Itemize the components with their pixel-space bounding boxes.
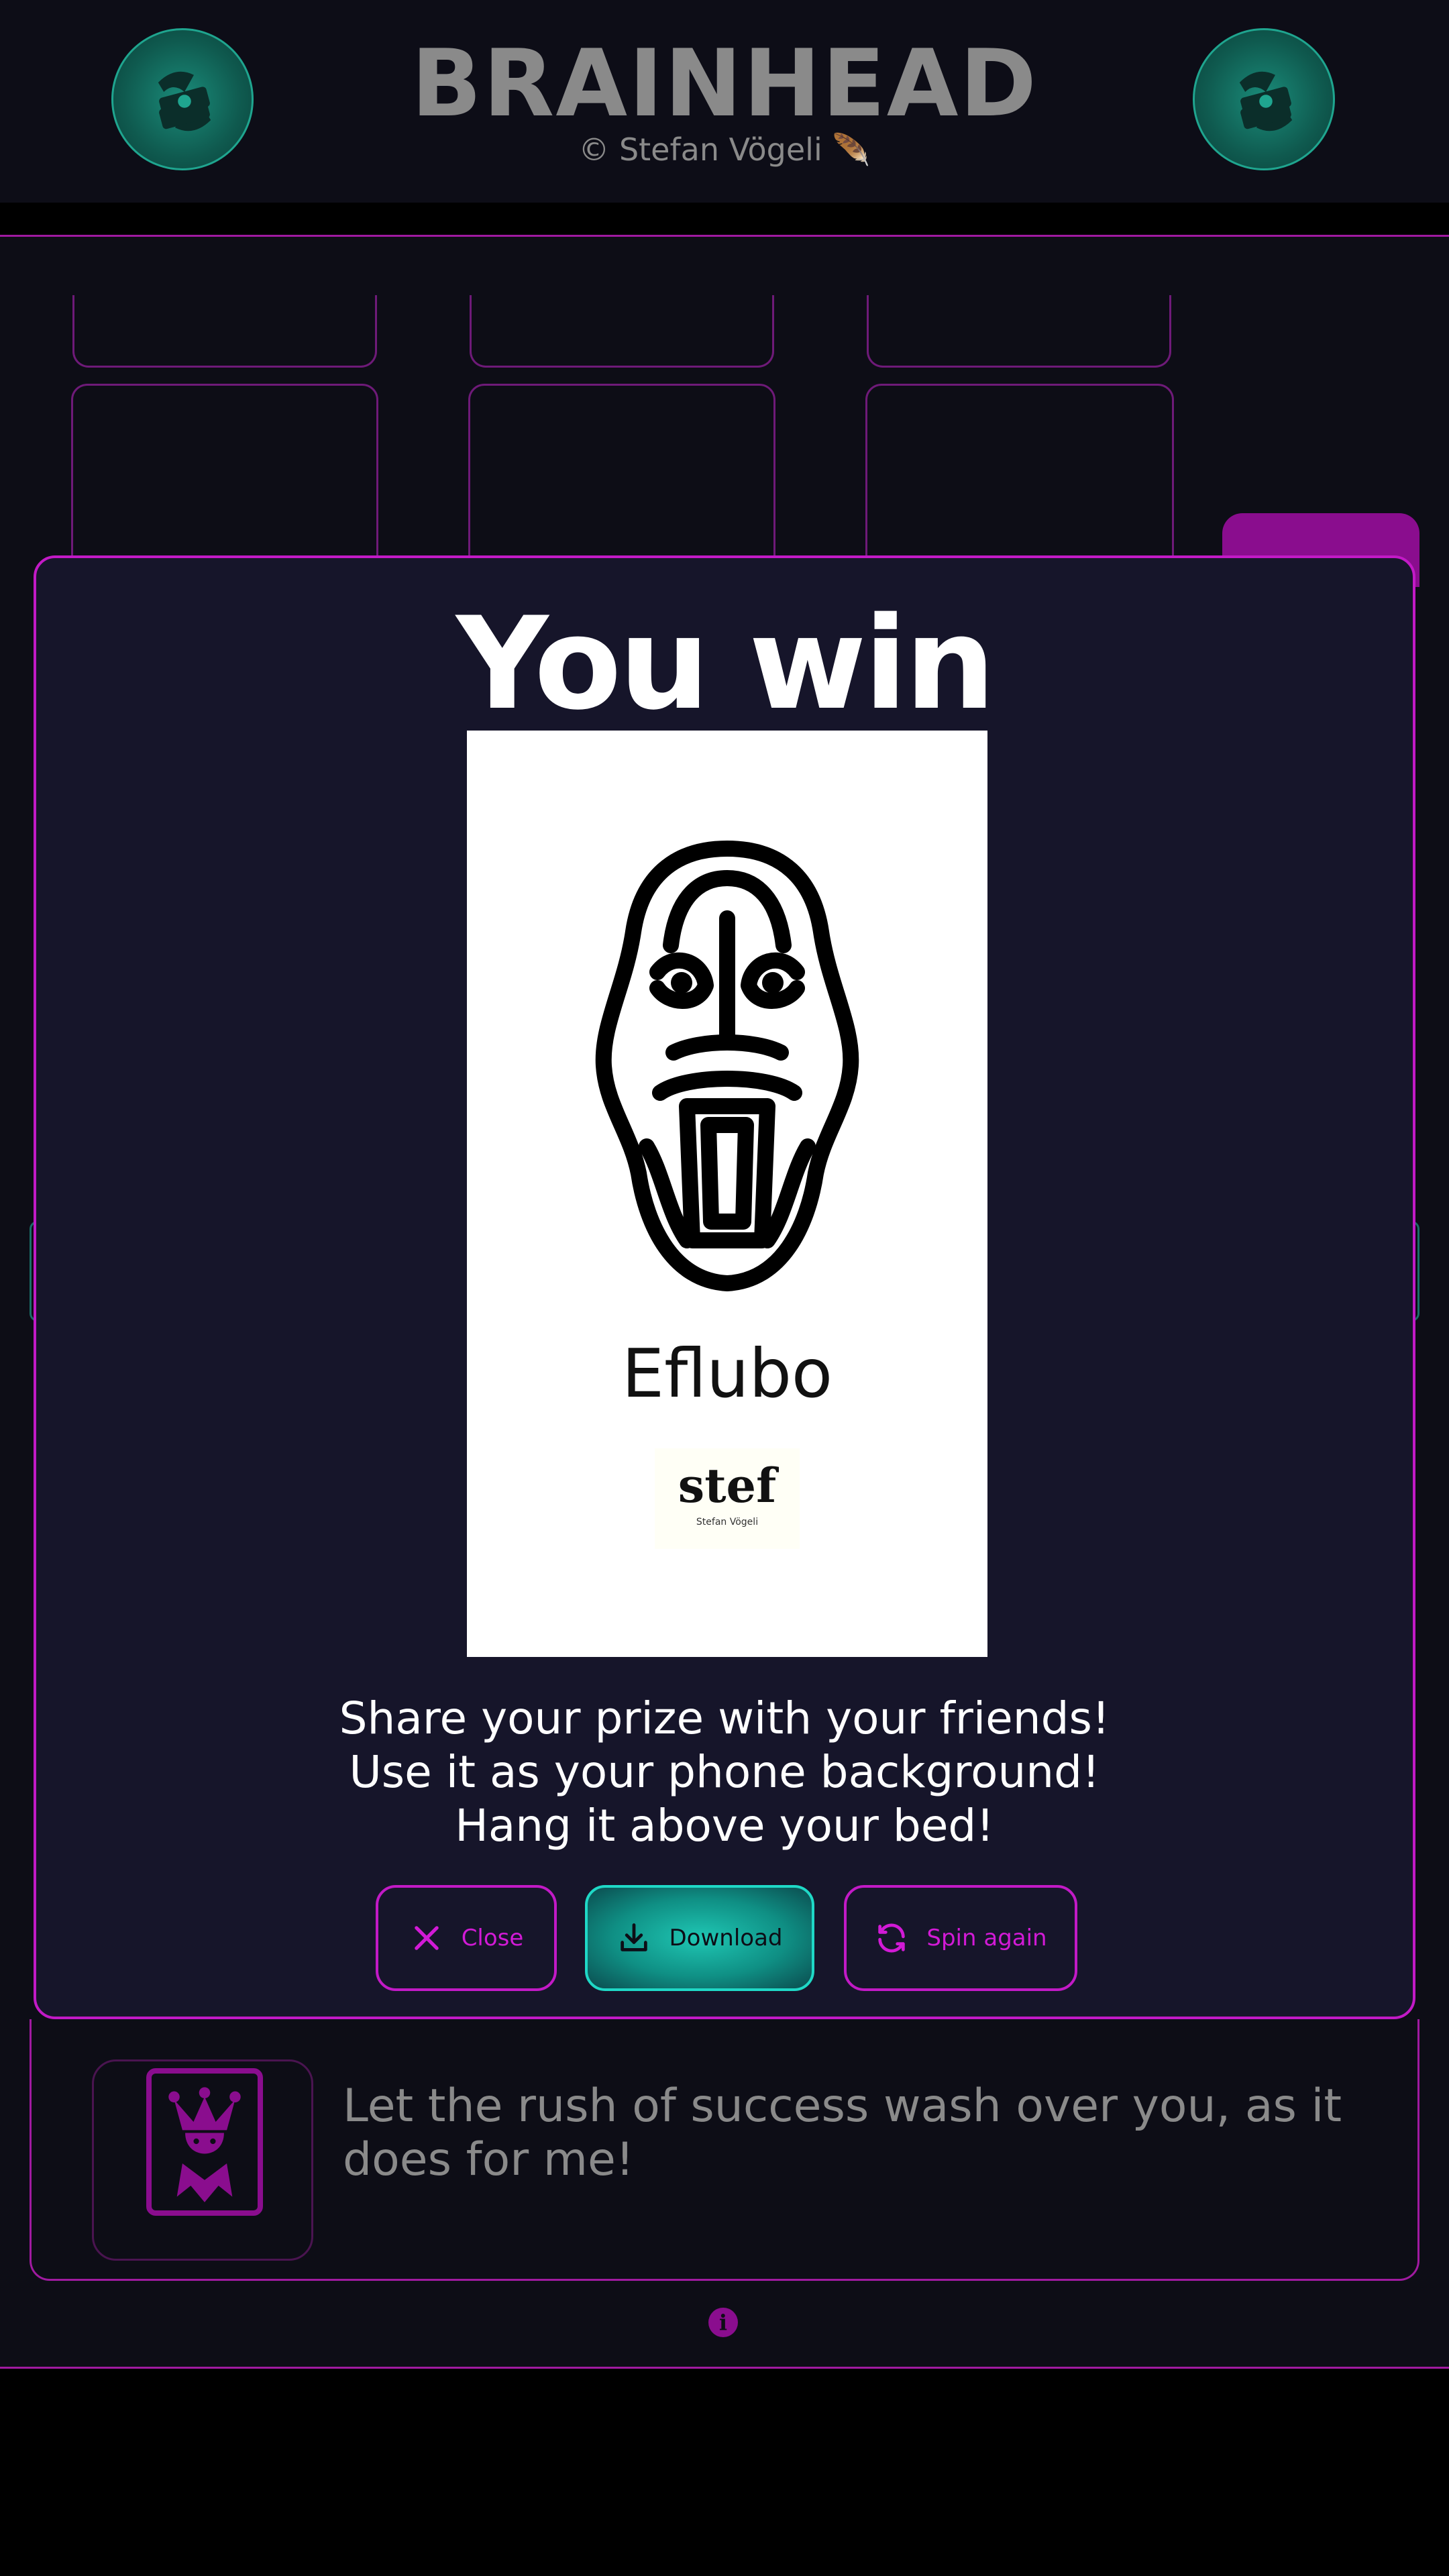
download-icon	[621, 1923, 648, 1951]
close-icon	[414, 1926, 439, 1950]
prize-name: Eflubo	[621, 1334, 833, 1413]
signature-mark: stef	[678, 1458, 777, 1513]
jester-card-frame	[92, 2059, 313, 2261]
spin-again-label: Spin again	[926, 1925, 1047, 1951]
slot-cell	[865, 384, 1174, 585]
win-modal: You win Eflubo stef Stefan Vögeli Share …	[34, 555, 1415, 2019]
info-icon[interactable]: i	[708, 2308, 738, 2337]
bed-message: Hang it above your bed!	[455, 1800, 994, 1851]
close-label: Close	[461, 1925, 524, 1951]
slot-cell	[468, 384, 775, 585]
spin-again-button[interactable]: Spin again	[844, 1885, 1077, 1991]
motivation-text: Let the rush of success wash over you, a…	[343, 2080, 1342, 2186]
footer	[0, 2369, 1449, 2576]
prize-card: Eflubo stef Stefan Vögeli	[467, 731, 987, 1657]
artist-signature: stef Stefan Vögeli	[655, 1448, 800, 1549]
background-message: Use it as your phone background!	[349, 1746, 1100, 1798]
slot-cell	[71, 384, 378, 585]
skull-mask-icon	[595, 841, 859, 1291]
refresh-icon	[878, 1923, 906, 1953]
close-button[interactable]: Close	[376, 1885, 557, 1991]
download-button[interactable]: Download	[585, 1885, 814, 1991]
motivation-banner: Let the rush of success wash over you, a…	[30, 2019, 1419, 2281]
money-stack-icon[interactable]	[1193, 28, 1335, 170]
download-label: Download	[669, 1925, 783, 1951]
slot-cell	[470, 295, 774, 368]
signature-name: Stefan Vögeli	[696, 1517, 759, 1527]
app-header: BRAINHEAD © Stefan Vögeli 🪶	[0, 0, 1449, 205]
modal-title: You win	[455, 590, 996, 738]
header-divider	[0, 203, 1449, 237]
jester-card-icon	[146, 2068, 263, 2216]
slot-cell	[72, 295, 377, 368]
slot-cell	[867, 295, 1171, 368]
share-message: Share your prize with your friends!	[339, 1693, 1110, 1744]
